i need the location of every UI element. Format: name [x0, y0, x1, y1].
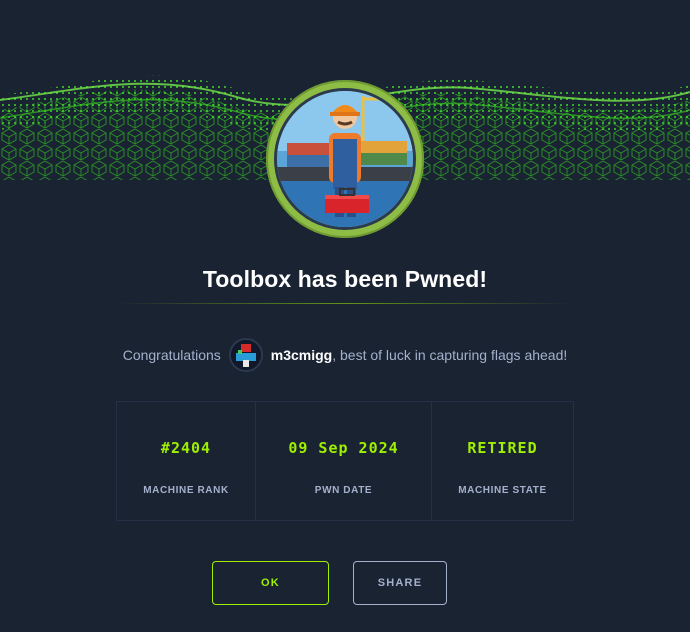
stat-machine-rank: #2404 MACHINE RANK — [117, 402, 256, 520]
congratulations-message: Congratulations m3cmigg , best of luck i… — [0, 338, 690, 372]
stat-machine-state: RETIRED MACHINE STATE — [432, 402, 573, 520]
congrats-prefix: Congratulations — [122, 347, 221, 363]
congrats-suffix: , best of luck in capturing flags ahead! — [332, 347, 568, 363]
worker-with-toolbox-icon — [277, 91, 413, 227]
machine-state-label: MACHINE STATE — [458, 485, 547, 496]
ok-button[interactable]: OK — [212, 561, 329, 605]
machine-rank-label: MACHINE RANK — [143, 485, 229, 496]
title-divider — [118, 303, 572, 304]
pwn-date-label: PWN DATE — [314, 485, 373, 496]
share-button[interactable]: SHARE — [353, 561, 447, 605]
page-title: Toolbox has been Pwned! — [202, 266, 488, 292]
username-link[interactable]: m3cmigg — [271, 347, 332, 363]
machine-rank-value: #2404 — [160, 439, 212, 457]
machine-avatar — [266, 80, 424, 238]
user-avatar[interactable] — [228, 338, 263, 372]
stats-panel: #2404 MACHINE RANK 09 Sep 2024 PWN DATE … — [116, 401, 574, 521]
pwn-date-value: 09 Sep 2024 — [288, 439, 399, 457]
user-avatar-icon — [230, 340, 261, 370]
stat-pwn-date: 09 Sep 2024 PWN DATE — [256, 402, 432, 520]
machine-state-value: RETIRED — [467, 439, 538, 457]
